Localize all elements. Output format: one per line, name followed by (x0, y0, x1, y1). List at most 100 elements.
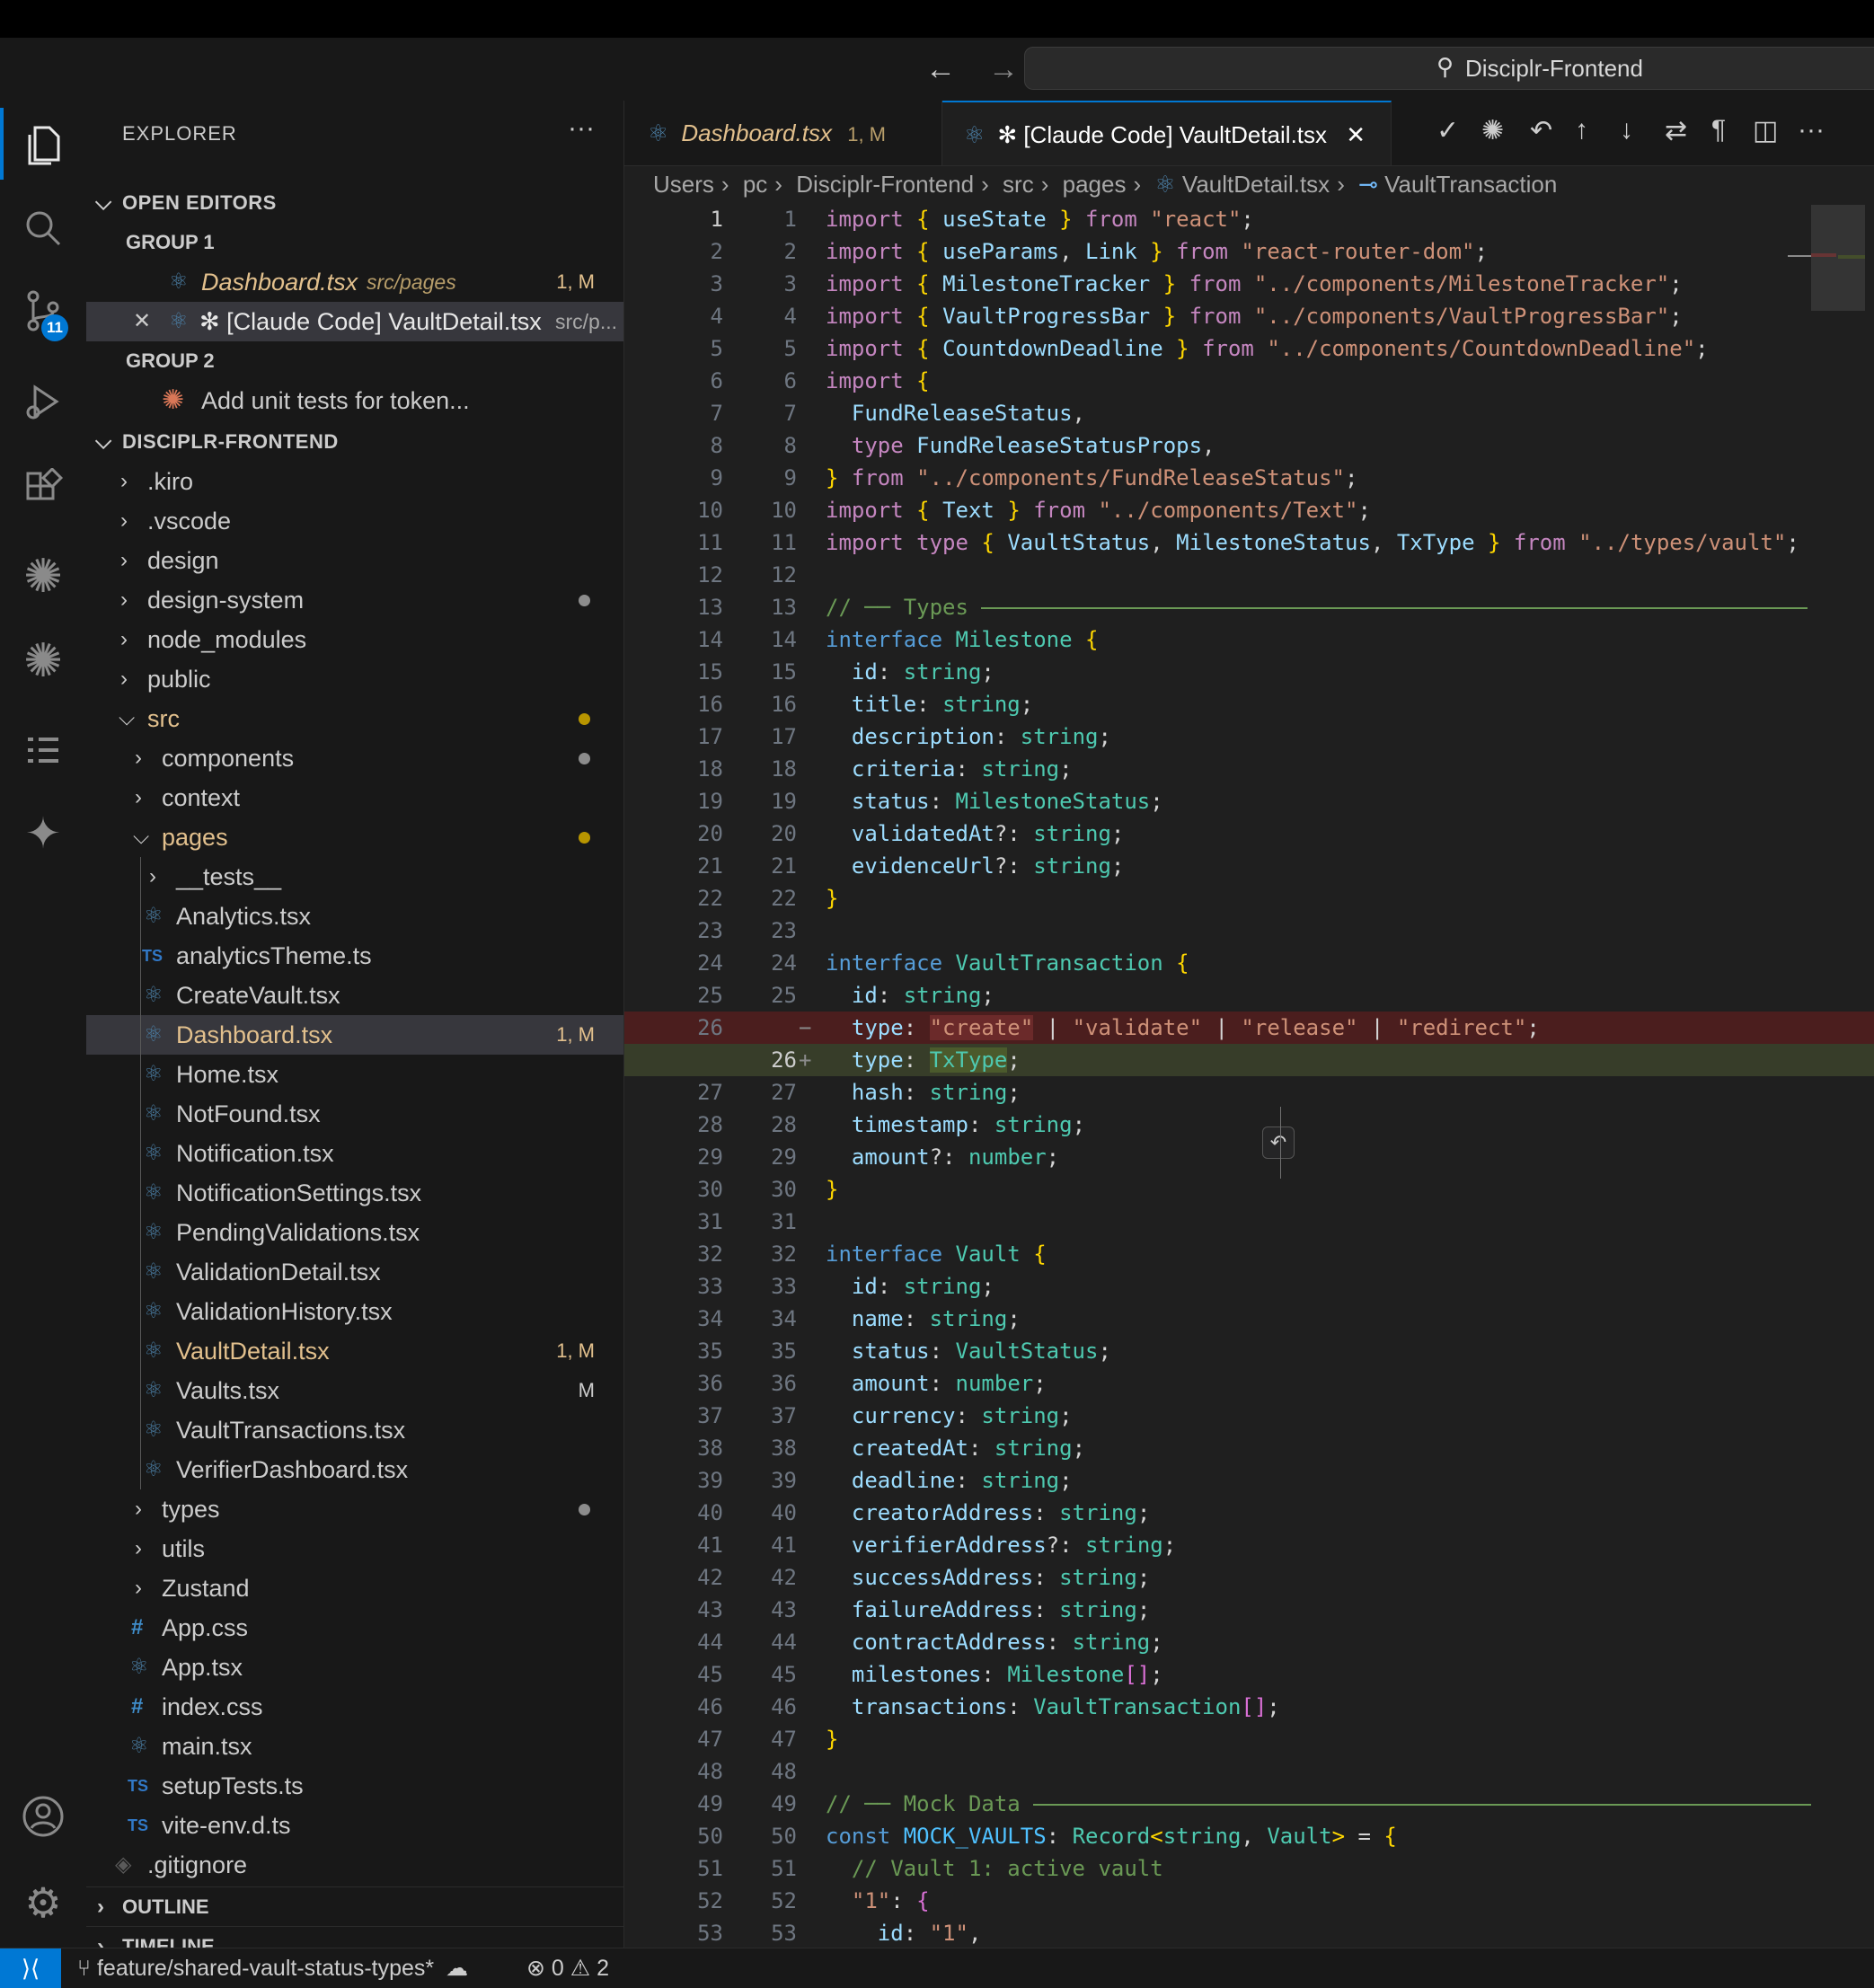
code-line[interactable]: 17 17 description: string; (624, 720, 1874, 753)
code-line[interactable]: 32 32 interface Vault { (624, 1238, 1874, 1270)
tree-folder-components[interactable]: › components (86, 738, 623, 778)
code-line[interactable]: 20 20 validatedAt?: string; (624, 817, 1874, 850)
tree-file-create-vault[interactable]: ⚛ CreateVault.tsx (86, 976, 623, 1015)
code-line[interactable]: 41 41 verifierAddress?: string; (624, 1529, 1874, 1561)
code-line[interactable]: 28 28 timestamp: string; (624, 1109, 1874, 1141)
tree-file-index-css[interactable]: # index.css (86, 1687, 623, 1727)
tree-folder-node-modules[interactable]: › node_modules (86, 620, 623, 659)
code-line[interactable]: 49 49 // ── Mock Data (624, 1788, 1874, 1820)
code-line[interactable]: 39 39 deadline: string; (624, 1464, 1874, 1497)
gemini-sparkle-icon[interactable]: ✦ (0, 798, 86, 870)
code-line[interactable]: 15 15 id: string; (624, 656, 1874, 688)
code-line[interactable]: 6 6 import { (624, 365, 1874, 397)
tree-file-analytics[interactable]: ⚛ Analytics.tsx (86, 897, 623, 936)
more-actions-icon[interactable]: ··· (568, 113, 595, 144)
extensions-icon[interactable] (0, 453, 86, 525)
tree-file-app-css[interactable]: # App.css (86, 1608, 623, 1648)
split-editor-icon[interactable]: ◫ (1753, 115, 1778, 146)
tab-dashboard[interactable]: ⚛ Dashboard.tsx 1, M (624, 101, 942, 165)
previous-change-icon[interactable]: ↑ (1575, 115, 1588, 146)
source-control-icon[interactable]: 11 (0, 275, 86, 347)
tree-folder-kiro[interactable]: › .kiro (86, 462, 623, 501)
tree-folder-src[interactable]: ⌵ src (86, 699, 623, 738)
code-line[interactable]: 24 24 interface VaultTransaction { (624, 947, 1874, 979)
tree-file-vault-detail[interactable]: ⚛ VaultDetail.tsx 1, M (86, 1331, 623, 1371)
code-line[interactable]: 2 2 import { useParams, Link } from "react… (624, 235, 1874, 268)
code-line[interactable]: 48 48 (624, 1755, 1874, 1788)
code-line[interactable]: 45 45 milestones: Milestone[]; (624, 1658, 1874, 1691)
tree-folder-types[interactable]: › types (86, 1489, 623, 1529)
run-debug-icon[interactable] (0, 367, 86, 438)
code-line[interactable]: 43 43 failureAddress: string; (624, 1594, 1874, 1626)
tree-folder-pages[interactable]: ⌵ pages (86, 817, 623, 857)
settings-gear-icon[interactable]: ⚙ (0, 1867, 86, 1939)
code-line[interactable]: 27 27 hash: string; (624, 1076, 1874, 1109)
code-line[interactable]: 12 12 (624, 559, 1874, 591)
git-branch[interactable]: ⑂ feature/shared-vault-status-types* ☁ (77, 1948, 468, 1988)
code-line[interactable]: 35 35 status: VaultStatus; (624, 1335, 1874, 1367)
tree-folder-design[interactable]: › design (86, 541, 623, 580)
close-icon[interactable]: ✕ (1346, 121, 1366, 148)
revert-change-icon[interactable]: ↶ (1262, 1127, 1295, 1159)
breadcrumb-item[interactable]: pc (743, 171, 767, 198)
breadcrumb-item[interactable]: Disciplr-Frontend (796, 171, 974, 198)
code-line[interactable]: 10 10 import { Text } from "../components/… (624, 494, 1874, 526)
code-line[interactable]: 9 9} from "../components/FundReleaseStatu… (624, 462, 1874, 494)
whitespace-icon[interactable]: ¶ (1711, 115, 1726, 146)
command-center-search[interactable]: ⚲ Disciplr-Frontend (1024, 47, 1874, 90)
tree-folder-public[interactable]: › public (86, 659, 623, 699)
tree-file-vault-transactions[interactable]: ⚛ VaultTransactions.tsx (86, 1410, 623, 1450)
code-line[interactable]: 23 23 (624, 914, 1874, 947)
tree-file-main[interactable]: ⚛ main.tsx (86, 1727, 623, 1766)
explorer-icon[interactable] (0, 108, 86, 180)
code-line[interactable]: 44 44 contractAddress: string; (624, 1626, 1874, 1658)
breadcrumb-item[interactable]: pages (1063, 171, 1127, 198)
tree-folder-zustand[interactable]: › Zustand (86, 1568, 623, 1608)
tree-file-verifier-dashboard[interactable]: ⚛ VerifierDashboard.tsx (86, 1450, 623, 1489)
code-line[interactable]: 40 40 creatorAddress: string; (624, 1497, 1874, 1529)
tree-file-dashboard[interactable]: ⚛ Dashboard.tsx 1, M (86, 1015, 623, 1055)
code-line[interactable]: 21 21 evidenceUrl?: string; (624, 850, 1874, 882)
tree-file-notfound[interactable]: ⚛ NotFound.tsx (86, 1094, 623, 1134)
code-line[interactable]: 4 4 import { VaultProgressBar } from "../c… (624, 300, 1874, 332)
tree-file-analytics-theme[interactable]: TS analyticsTheme.ts (86, 936, 623, 976)
code-line[interactable]: 47 47} (624, 1723, 1874, 1755)
code-line[interactable]: 8 8 type FundReleaseStatusProps, (624, 429, 1874, 462)
code-line[interactable]: 30 30} (624, 1173, 1874, 1206)
breadcrumb-item[interactable]: Users (653, 171, 714, 198)
close-icon[interactable]: ✕ (133, 302, 151, 341)
tree-folder-context[interactable]: › context (86, 778, 623, 817)
code-line[interactable]: 22 22} (624, 882, 1874, 914)
tree-file-app-tsx[interactable]: ⚛ App.tsx (86, 1648, 623, 1687)
code-line[interactable]: 5 5 import { CountdownDeadline } from "../… (624, 332, 1874, 365)
code-line[interactable]: 29 29 amount?: number; (624, 1141, 1874, 1173)
breadcrumb-item[interactable]: src (1003, 171, 1034, 198)
code-line[interactable]: 34 34 name: string; (624, 1303, 1874, 1335)
minimap[interactable] (1811, 205, 1865, 311)
forward-arrow-icon[interactable]: → (988, 52, 1019, 87)
tree-folder-design-system[interactable]: › design-system (86, 580, 623, 620)
back-arrow-icon[interactable]: ← (925, 52, 956, 87)
tree-file-gitignore[interactable]: ◈ .gitignore (86, 1845, 623, 1885)
code-line[interactable]: 11 11 import type { VaultStatus, Milestone… (624, 526, 1874, 559)
open-editors-section[interactable]: ⌵ OPEN EDITORS (86, 183, 623, 223)
outline-section[interactable]: › OUTLINE (86, 1886, 623, 1927)
account-icon[interactable] (0, 1780, 86, 1852)
code-line[interactable]: 52 52 "1": { (624, 1885, 1874, 1917)
revert-icon[interactable]: ↶ (1530, 115, 1552, 146)
breadcrumb-item[interactable]: VaultDetail.tsx (1182, 171, 1330, 198)
code-line[interactable]: 3 3 import { MilestoneTracker } from "../c… (624, 268, 1874, 300)
tree-file-notification-settings[interactable]: ⚛ NotificationSettings.tsx (86, 1173, 623, 1213)
swap-icon[interactable]: ⇄ (1665, 115, 1687, 146)
code-line[interactable]: 26 − type: "create" | "validate" | "relea… (624, 1012, 1874, 1044)
tree-folder-tests[interactable]: › __tests__ (86, 857, 623, 897)
tree-file-pending-validations[interactable]: ⚛ PendingValidations.tsx (86, 1213, 623, 1252)
breadcrumb-item[interactable]: VaultTransaction (1384, 171, 1557, 198)
code-line[interactable]: 18 18 criteria: string; (624, 753, 1874, 785)
code-line[interactable]: 53 53 id: "1", (624, 1917, 1874, 1948)
code-line[interactable]: 36 36 amount: number; (624, 1367, 1874, 1400)
tree-folder-vscode[interactable]: › .vscode (86, 501, 623, 541)
code-line[interactable]: 42 42 successAddress: string; (624, 1561, 1874, 1594)
claude-spark-icon-2[interactable]: ✺ (0, 625, 86, 697)
accept-check-icon[interactable]: ✓ (1436, 115, 1459, 146)
